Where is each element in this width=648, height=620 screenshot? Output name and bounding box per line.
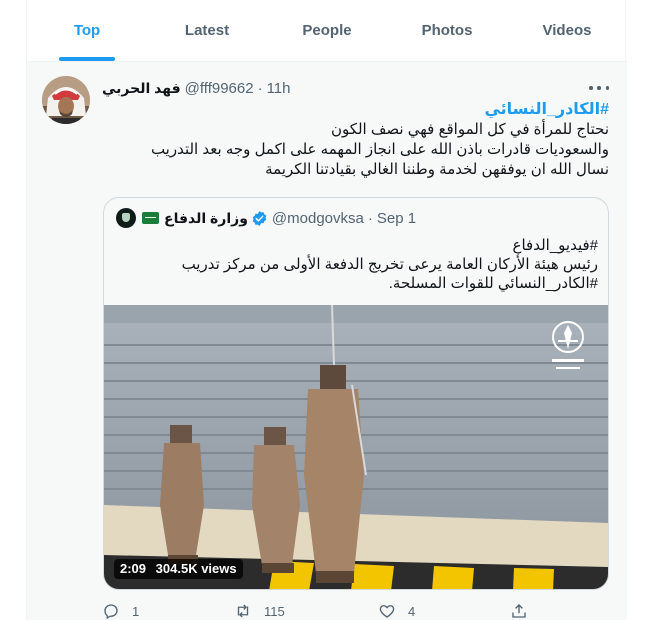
tweet-timestamp[interactable]: 11h	[267, 80, 291, 97]
like-count: 4	[408, 603, 416, 619]
quoted-tweet[interactable]: وزارة الدفاع @modgovksa · Sep 1 #فيديو_ا…	[103, 197, 609, 590]
verified-badge-icon	[252, 210, 267, 226]
quoted-tweet-text: #فيديو_الدفاع رئيس هيئة الأركان العامة ي…	[118, 236, 598, 293]
tweet-text-line: نحتاج للمرأة في كل المواقع فهي نصف الكون	[330, 121, 609, 138]
tab-photos[interactable]: Photos	[387, 0, 507, 61]
tab-videos-label: Videos	[542, 22, 592, 39]
retweet-icon	[237, 604, 249, 618]
video-duration: 2:09	[120, 561, 147, 576]
author-name[interactable]: فهد الحربي	[102, 80, 181, 97]
tweet-text-line: والسعوديات قادرات باذن الله على انجاز ال…	[150, 141, 609, 158]
author-handle[interactable]: @fff99662	[185, 80, 254, 97]
tab-latest-label: Latest	[184, 22, 230, 39]
author-avatar-image	[42, 76, 90, 124]
quoted-author-avatar[interactable]	[116, 208, 136, 228]
quoted-author-handle[interactable]: @modgovksa	[272, 210, 364, 227]
author-avatar[interactable]	[42, 76, 90, 124]
quoted-tweet-header: وزارة الدفاع @modgovksa · Sep 1	[116, 208, 416, 228]
like-button[interactable]: 4	[378, 602, 415, 620]
reply-icon	[104, 604, 118, 619]
search-tabs: Top Latest People Photos Videos	[27, 0, 627, 62]
quoted-text-line: رئيس هيئة الأركان العامة يرعى تخريج الدف…	[181, 256, 598, 273]
share-icon	[512, 604, 526, 618]
more-dot	[597, 86, 601, 90]
reply-button[interactable]: 1	[102, 602, 139, 620]
more-icon[interactable]	[589, 80, 609, 96]
tweet-header: فهد الحربي @fff99662 · 11h	[102, 80, 291, 97]
reply-count: 1	[132, 603, 140, 619]
search-results-panel: Top Latest People Photos Videos فهد الحر…	[26, 0, 627, 620]
tab-people[interactable]: People	[267, 0, 387, 61]
tweet-text: #الكادر_النسائي نحتاج للمرأة في كل الموا…	[109, 100, 609, 180]
hashtag-link[interactable]: #الكادر_النسائي	[109, 100, 609, 120]
tab-videos[interactable]: Videos	[507, 0, 627, 61]
tweet-text-line: نسال الله ان يوفقهن لخدمة وطننا الغالي ب…	[265, 161, 609, 178]
video-player[interactable]: 2:09 304.5K views	[104, 305, 608, 589]
more-dot	[589, 86, 593, 90]
quoted-author-name[interactable]: وزارة الدفاع	[164, 210, 248, 227]
active-tab-indicator	[59, 57, 115, 61]
tab-top-label: Top	[73, 22, 101, 39]
tab-people-label: People	[302, 22, 352, 39]
ministry-logo-icon	[552, 321, 584, 369]
saudi-flag-icon	[142, 212, 159, 224]
tab-latest[interactable]: Latest	[147, 0, 267, 61]
more-dot	[605, 86, 609, 90]
tab-photos-label: Photos	[421, 22, 473, 39]
retweet-count: 115	[264, 603, 285, 619]
retweet-button[interactable]: 115	[234, 602, 285, 620]
tweet[interactable]: فهد الحربي @fff99662 · 11h #الكادر_النسا…	[27, 62, 627, 620]
tab-top[interactable]: Top	[27, 0, 147, 61]
like-icon	[379, 605, 395, 618]
video-duration-badge: 2:09 304.5K views	[114, 559, 243, 579]
quoted-text-line: #فيديو_الدفاع	[512, 237, 598, 254]
share-button[interactable]	[510, 602, 528, 620]
video-views: 304.5K views	[155, 561, 237, 576]
quoted-timestamp[interactable]: Sep 1	[377, 210, 416, 227]
separator-dot: ·	[367, 209, 373, 227]
video-thumbnail	[104, 305, 608, 589]
tweet-actions: 1 115 4	[102, 602, 542, 620]
separator-dot: ·	[257, 80, 263, 97]
quoted-text-line: #الكادر_النسائي للقوات المسلحة.	[388, 275, 598, 292]
